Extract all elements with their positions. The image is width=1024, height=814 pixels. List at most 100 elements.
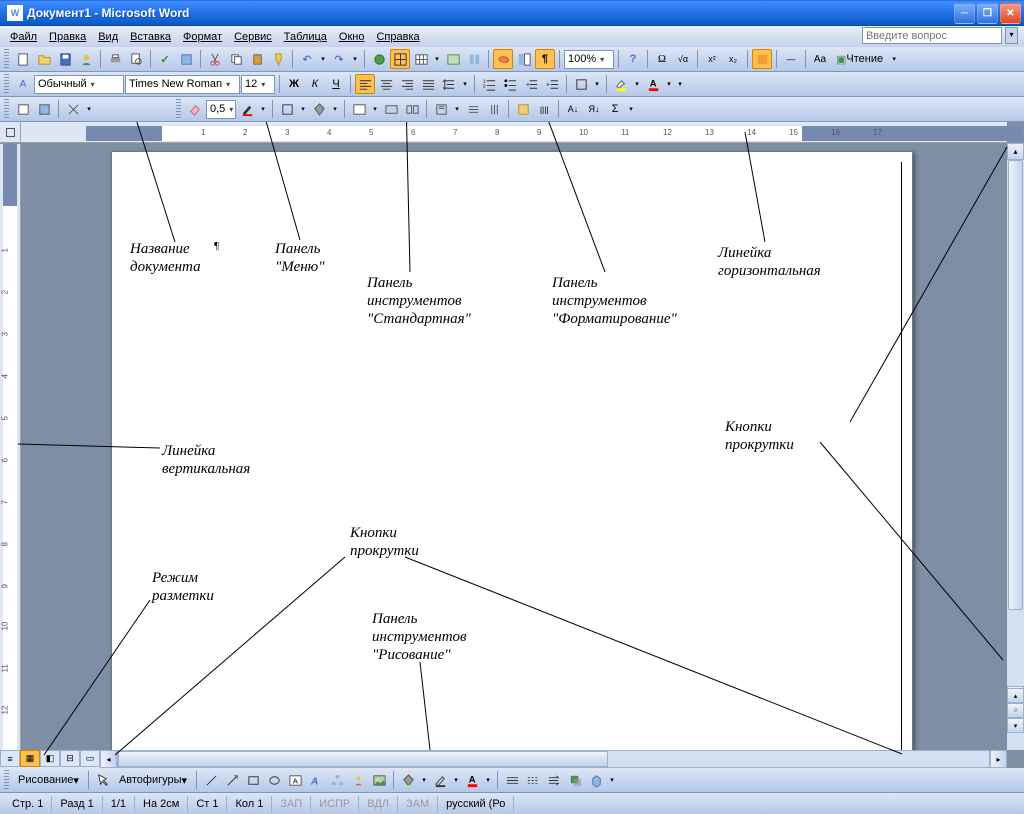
insert-table-dropdown[interactable]: ▾ <box>432 49 442 69</box>
insert-worksheet-button[interactable] <box>443 49 463 69</box>
print-button[interactable] <box>105 49 125 69</box>
borders-button[interactable] <box>571 74 591 94</box>
dash-style-button[interactable] <box>523 770 543 790</box>
autosum-button[interactable] <box>752 49 772 69</box>
menu-edit[interactable]: Правка <box>43 29 92 45</box>
rectangle-button[interactable] <box>243 770 263 790</box>
format-painter-button[interactable] <box>268 49 288 69</box>
outline-view-button[interactable]: ⊟ <box>60 750 80 767</box>
autoformat-button[interactable] <box>513 99 533 119</box>
merge-cells-button[interactable] <box>381 99 401 119</box>
show-paragraph-button[interactable]: ¶ <box>535 49 555 69</box>
align-left-button[interactable] <box>355 74 375 94</box>
symbol-button[interactable]: Ω <box>652 49 672 69</box>
align-right-button[interactable] <box>397 74 417 94</box>
align-center-button[interactable] <box>376 74 396 94</box>
distribute-cols-button[interactable] <box>484 99 504 119</box>
maximize-button[interactable]: ❐ <box>977 3 998 24</box>
arrow-style-button[interactable] <box>544 770 564 790</box>
align-justify-button[interactable] <box>418 74 438 94</box>
zoom-select[interactable]: 100%▾ <box>564 50 614 69</box>
document-area[interactable]: ¶ <box>21 143 1007 750</box>
font-size-select[interactable]: 12▾ <box>241 75 275 94</box>
toolbar-options[interactable]: ▾ <box>889 49 899 69</box>
toolbar-options[interactable]: ▾ <box>84 99 94 119</box>
permissions-button[interactable] <box>76 49 96 69</box>
picture-button[interactable] <box>369 770 389 790</box>
numbering-button[interactable]: 12 <box>479 74 499 94</box>
prev-page-button[interactable]: ▴ <box>1007 688 1024 703</box>
help-search-input[interactable] <box>862 27 1002 44</box>
menu-view[interactable]: Вид <box>92 29 124 45</box>
vertical-scrollbar[interactable]: ▴ ▾ ▴ ○ ▾ <box>1007 143 1024 750</box>
subscript-button[interactable]: x₂ <box>723 49 743 69</box>
sort-asc-button[interactable]: A↓ <box>563 99 583 119</box>
status-lang[interactable]: русский (Ро <box>438 796 514 812</box>
toolbar-grip[interactable] <box>4 770 9 790</box>
underline-button[interactable]: Ч <box>326 74 346 94</box>
select-objects-button[interactable] <box>93 770 113 790</box>
insert-table-button[interactable] <box>411 49 431 69</box>
menu-help[interactable]: Справка <box>370 29 425 45</box>
wordart-button[interactable]: A <box>306 770 326 790</box>
toolbar-grip[interactable] <box>176 99 181 119</box>
menu-file[interactable]: Файл <box>4 29 43 45</box>
close-button[interactable]: ✕ <box>1000 3 1021 24</box>
help-dropdown[interactable]: ▾ <box>1005 27 1018 44</box>
italic-button[interactable]: К <box>305 74 325 94</box>
styles-pane-button[interactable]: A <box>13 74 33 94</box>
scroll-right-button[interactable]: ▸ <box>990 750 1007 768</box>
toolbar-grip[interactable] <box>4 49 9 69</box>
text-direction-button[interactable]: |||| <box>534 99 554 119</box>
paste-button[interactable] <box>247 49 267 69</box>
minimize-button[interactable]: ─ <box>954 3 975 24</box>
decrease-indent-button[interactable] <box>521 74 541 94</box>
arrow-button[interactable] <box>222 770 242 790</box>
drawing-toolbar-button[interactable] <box>493 49 513 69</box>
hscroll-track[interactable] <box>117 750 990 768</box>
equation-button[interactable]: √α <box>673 49 693 69</box>
menu-format[interactable]: Формат <box>177 29 228 45</box>
vertical-ruler[interactable]: 123456789101112 <box>0 144 21 768</box>
sort-desc-button[interactable]: Я↓ <box>584 99 604 119</box>
line-style-button[interactable] <box>502 770 522 790</box>
open-button[interactable] <box>34 49 54 69</box>
next-page-button[interactable]: ▾ <box>1007 718 1024 733</box>
autoshapes-menu[interactable]: Автофигуры ▾ <box>114 770 192 790</box>
reading-layout-button[interactable]: ▣ Чтение <box>831 49 888 69</box>
horizontal-ruler[interactable]: /* numbers generated via loop */ 1234567… <box>21 122 1007 143</box>
borders-dropdown[interactable]: ▾ <box>592 74 602 94</box>
undo-button[interactable]: ↶ <box>297 49 317 69</box>
research-button[interactable] <box>176 49 196 69</box>
line-color-button[interactable] <box>430 770 450 790</box>
font-color-dropdown[interactable]: ▾ <box>664 74 674 94</box>
menu-table[interactable]: Таблица <box>278 29 333 45</box>
toolbar-grip[interactable] <box>4 99 9 119</box>
font-color-button[interactable]: A <box>643 74 663 94</box>
undo-dropdown[interactable]: ▾ <box>318 49 328 69</box>
scroll-up-button[interactable]: ▴ <box>1007 143 1024 160</box>
border-style-button[interactable] <box>277 99 297 119</box>
menu-insert[interactable]: Вставка <box>124 29 177 45</box>
bold-button[interactable]: Ж <box>284 74 304 94</box>
bullets-button[interactable] <box>500 74 520 94</box>
pen-color-button[interactable] <box>237 99 257 119</box>
toolbar-grip[interactable] <box>4 74 9 94</box>
tool-3[interactable] <box>63 99 83 119</box>
redo-dropdown[interactable]: ▾ <box>350 49 360 69</box>
font-select[interactable]: Times New Roman▾ <box>125 75 240 94</box>
print-layout-view-button[interactable]: ▦ <box>20 750 40 767</box>
shading-button[interactable] <box>309 99 329 119</box>
align-top-button[interactable] <box>431 99 451 119</box>
increase-indent-button[interactable] <box>542 74 562 94</box>
style-select[interactable]: Обычный▾ <box>34 75 124 94</box>
new-button[interactable] <box>13 49 33 69</box>
highlight-dropdown[interactable]: ▾ <box>632 74 642 94</box>
eraser-button[interactable] <box>185 99 205 119</box>
clipart-button[interactable] <box>348 770 368 790</box>
line-button[interactable] <box>201 770 221 790</box>
menu-tools[interactable]: Сервис <box>228 29 278 45</box>
save-button[interactable] <box>55 49 75 69</box>
tables-borders-button[interactable] <box>390 49 410 69</box>
document-page[interactable]: ¶ <box>111 151 913 750</box>
